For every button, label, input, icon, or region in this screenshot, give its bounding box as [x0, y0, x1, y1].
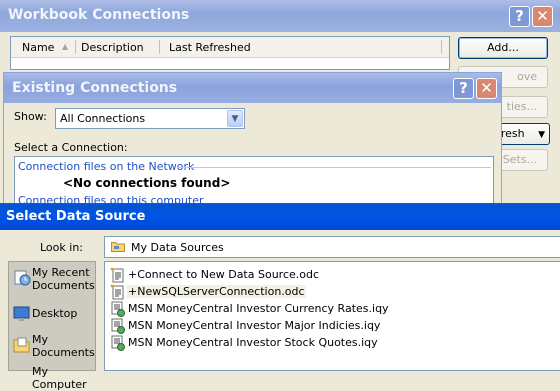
group-divider — [177, 167, 491, 168]
iqy-file-icon — [111, 301, 125, 317]
sort-ascending-icon: ▲ — [62, 42, 69, 51]
existing-connections-titlebar[interactable]: Existing Connections ? ✕ — [4, 73, 501, 103]
column-header-description[interactable]: Description — [81, 41, 144, 54]
odc-file-icon — [110, 267, 124, 283]
column-header-last-refreshed[interactable]: Last Refreshed — [169, 41, 251, 54]
look-in-label: Look in: — [40, 241, 83, 254]
place-label: My Recent Documents — [32, 266, 95, 292]
window-title: Select Data Source — [6, 209, 146, 224]
file-name: MSN MoneyCentral Investor Currency Rates… — [128, 302, 389, 315]
show-label: Show: — [14, 110, 47, 123]
my-documents-icon — [13, 337, 30, 353]
iqy-file-icon — [111, 335, 125, 351]
window-title: Workbook Connections — [8, 7, 190, 23]
close-button[interactable]: ✕ — [532, 6, 553, 27]
desktop-icon — [13, 306, 30, 321]
help-button[interactable]: ? — [453, 78, 474, 99]
look-in-value: My Data Sources — [131, 241, 224, 254]
iqy-file-icon — [111, 318, 125, 334]
dropdown-arrow-icon[interactable]: ▼ — [538, 130, 545, 140]
show-dropdown-value: All Connections — [60, 112, 146, 125]
connections-list-header: Name ▲ Description Last Refreshed — [11, 37, 449, 58]
place-label: Desktop — [32, 307, 78, 320]
help-button[interactable]: ? — [509, 6, 530, 27]
column-divider[interactable] — [75, 40, 76, 54]
odc-file-icon — [110, 284, 124, 300]
file-name: +Connect to New Data Source.odc — [128, 268, 320, 281]
place-my-documents[interactable]: My Documents — [12, 333, 95, 363]
place-my-computer[interactable]: My Computer — [12, 365, 94, 391]
file-name: MSN MoneyCentral Investor Stock Quotes.i… — [128, 336, 378, 349]
recent-documents-icon — [14, 270, 31, 286]
column-header-name[interactable]: Name — [22, 41, 54, 54]
chevron-down-icon[interactable]: ▼ — [227, 110, 243, 127]
place-my-recent-documents[interactable]: My Recent Documents — [12, 266, 95, 296]
select-data-source-dialog: Select Data Source Look in: My Data Sour… — [0, 203, 560, 391]
select-connection-label: Select a Connection: — [14, 141, 128, 154]
workbook-connections-titlebar[interactable]: Workbook Connections ? ✕ — [0, 0, 560, 32]
select-data-source-titlebar[interactable]: Select Data Source — [0, 203, 560, 230]
connections-list[interactable]: Name ▲ Description Last Refreshed — [10, 36, 450, 70]
place-label: My Documents — [32, 333, 95, 359]
close-button[interactable]: ✕ — [476, 78, 497, 99]
no-connections-message: <No connections found> — [63, 176, 231, 190]
place-desktop[interactable]: Desktop — [12, 306, 94, 322]
show-dropdown[interactable]: All Connections ▼ — [55, 108, 245, 129]
folder-icon — [111, 242, 125, 252]
file-list[interactable]: +Connect to New Data Source.odc +NewSQLS… — [104, 261, 560, 371]
file-name: MSN MoneyCentral Investor Major Indicies… — [128, 319, 381, 332]
places-bar: My Recent Documents Desktop My Documents… — [8, 261, 96, 391]
existing-connections-dialog: Existing Connections ? ✕ Show: All Conne… — [3, 72, 502, 216]
refresh-label: resh — [500, 127, 525, 140]
window-title: Existing Connections — [12, 80, 178, 96]
place-label: My Computer — [32, 365, 87, 391]
file-name: +NewSQLServerConnection.odc — [127, 285, 306, 298]
column-divider[interactable] — [159, 40, 160, 54]
column-divider[interactable] — [441, 40, 442, 54]
group-header-network: Connection files on the Network — [18, 160, 195, 173]
look-in-dropdown[interactable]: My Data Sources — [104, 236, 560, 258]
add-button[interactable]: Add... — [458, 37, 548, 59]
